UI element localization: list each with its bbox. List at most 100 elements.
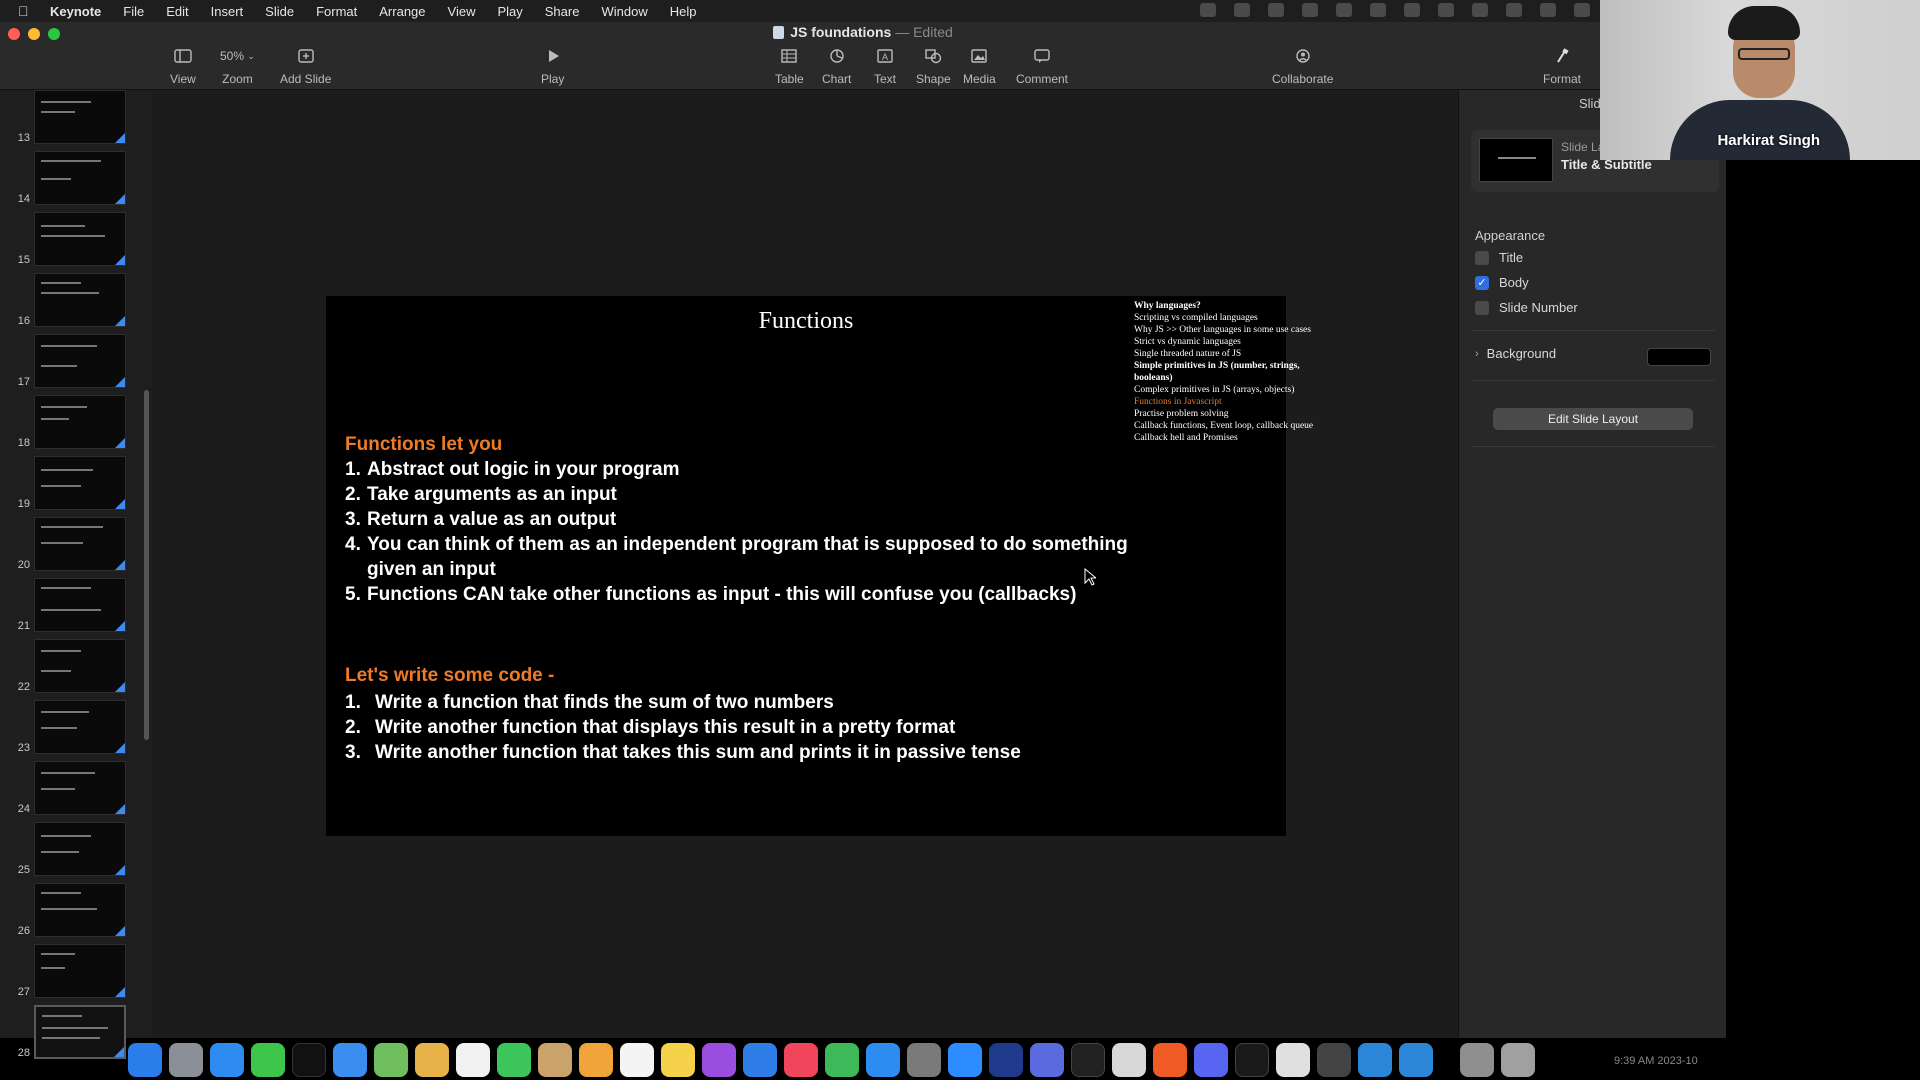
- play-button[interactable]: Play: [541, 46, 564, 86]
- slide-thumbnail[interactable]: [34, 578, 126, 632]
- shape-button[interactable]: Shape: [916, 46, 951, 86]
- comment-button[interactable]: Comment: [1016, 46, 1068, 86]
- slide-thumbnail[interactable]: [34, 212, 126, 266]
- slide-thumbnail[interactable]: [34, 761, 126, 815]
- menu-view[interactable]: View: [448, 4, 476, 19]
- vscode-icon[interactable]: [1358, 1043, 1392, 1077]
- webstorm-icon[interactable]: [989, 1043, 1023, 1077]
- menu-edit[interactable]: Edit: [166, 4, 188, 19]
- background-color-swatch[interactable]: [1647, 348, 1711, 366]
- photos-icon[interactable]: [415, 1043, 449, 1077]
- notes-icon[interactable]: [661, 1043, 695, 1077]
- menu-format[interactable]: Format: [316, 4, 357, 19]
- downloads-icon[interactable]: [1460, 1043, 1494, 1077]
- body-checkbox[interactable]: ✓ Body: [1475, 275, 1529, 290]
- menu-share[interactable]: Share: [545, 4, 580, 19]
- slide-thumbnail[interactable]: [34, 90, 126, 144]
- app-icon[interactable]: [1317, 1043, 1351, 1077]
- status-icon[interactable]: [1370, 3, 1386, 17]
- trash-icon[interactable]: [1501, 1043, 1535, 1077]
- menu-insert[interactable]: Insert: [211, 4, 244, 19]
- app-store-icon[interactable]: [866, 1043, 900, 1077]
- checkmark-icon[interactable]: ✓: [1475, 275, 1489, 290]
- status-icon[interactable]: [1506, 3, 1522, 17]
- slide-thumbnail[interactable]: [34, 273, 126, 327]
- slide-thumbnail[interactable]: [34, 700, 126, 754]
- slide-thumbnail[interactable]: [34, 395, 126, 449]
- menu-play[interactable]: Play: [497, 4, 522, 19]
- slide-thumbnail[interactable]: [34, 517, 126, 571]
- table-button[interactable]: Table: [775, 46, 804, 86]
- chart-button[interactable]: Chart: [822, 46, 851, 86]
- add-slide-button[interactable]: Add Slide: [280, 46, 331, 86]
- media-button[interactable]: Media: [963, 46, 996, 86]
- system-settings-icon[interactable]: [907, 1043, 941, 1077]
- vscode-icon[interactable]: [1399, 1043, 1433, 1077]
- status-icon[interactable]: [1268, 3, 1284, 17]
- zoom-icon[interactable]: [948, 1043, 982, 1077]
- zoom-value[interactable]: 50% ⌄: [220, 46, 255, 66]
- text-button[interactable]: A Text: [874, 46, 896, 86]
- status-icon[interactable]: [1234, 3, 1250, 17]
- app-icon[interactable]: [1235, 1043, 1269, 1077]
- apple-icon[interactable]: : [18, 4, 32, 18]
- menu-file[interactable]: File: [123, 4, 144, 19]
- checkbox-box[interactable]: [1475, 300, 1489, 315]
- calendar-icon[interactable]: [456, 1043, 490, 1077]
- messages-icon[interactable]: [251, 1043, 285, 1077]
- slide-thumbnail[interactable]: [34, 883, 126, 937]
- functions-list[interactable]: 1. Abstract out logic in your program 2. T…: [345, 457, 1128, 607]
- view-button[interactable]: View: [170, 46, 196, 86]
- chrome-icon[interactable]: [1276, 1043, 1310, 1077]
- status-icon[interactable]: [1336, 3, 1352, 17]
- section-heading[interactable]: Let's write some code -: [345, 665, 554, 687]
- arc-icon[interactable]: [1030, 1043, 1064, 1077]
- slide-thumbnail[interactable]: [34, 151, 126, 205]
- collaborate-button[interactable]: Collaborate: [1272, 46, 1333, 86]
- status-icon[interactable]: [1438, 3, 1454, 17]
- section-heading[interactable]: Functions let you: [345, 434, 502, 456]
- topics-list[interactable]: Why languages? Scripting vs compiled lan…: [1134, 300, 1334, 444]
- launchpad-icon[interactable]: [169, 1043, 203, 1077]
- contacts-icon[interactable]: [538, 1043, 572, 1077]
- reminders-icon[interactable]: [620, 1043, 654, 1077]
- maps-icon[interactable]: [374, 1043, 408, 1077]
- menu-window[interactable]: Window: [601, 4, 647, 19]
- terminal-icon[interactable]: [1071, 1043, 1105, 1077]
- facetime-icon[interactable]: [497, 1043, 531, 1077]
- code-tasks-list[interactable]: 1. Write a function that finds the sum of…: [345, 690, 1021, 765]
- safari-icon[interactable]: [210, 1043, 244, 1077]
- zoom-control[interactable]: 50% ⌄ Zoom: [220, 46, 255, 86]
- mail-icon[interactable]: [333, 1043, 367, 1077]
- tv-icon[interactable]: [292, 1043, 326, 1077]
- status-icon[interactable]: [1574, 3, 1590, 17]
- edit-slide-layout-button[interactable]: Edit Slide Layout: [1493, 408, 1693, 430]
- brave-icon[interactable]: [1153, 1043, 1187, 1077]
- menu-help[interactable]: Help: [670, 4, 697, 19]
- menu-app-name[interactable]: Keynote: [50, 4, 101, 19]
- menu-slide[interactable]: Slide: [265, 4, 294, 19]
- pages-icon[interactable]: [579, 1043, 613, 1077]
- status-icon[interactable]: [1540, 3, 1556, 17]
- finder-icon[interactable]: [128, 1043, 162, 1077]
- status-icon[interactable]: [1472, 3, 1488, 17]
- title-checkbox[interactable]: Title: [1475, 250, 1523, 265]
- slide-thumbnail[interactable]: [34, 334, 126, 388]
- slide-thumbnail[interactable]: [34, 944, 126, 998]
- slide-thumbnail-selected[interactable]: [34, 1005, 126, 1059]
- slide-number-checkbox[interactable]: Slide Number: [1475, 300, 1578, 315]
- preview-icon[interactable]: [1112, 1043, 1146, 1077]
- keynote-icon[interactable]: [743, 1043, 777, 1077]
- status-icon[interactable]: [1302, 3, 1318, 17]
- menu-arrange[interactable]: Arrange: [379, 4, 425, 19]
- status-icon[interactable]: [1200, 3, 1216, 17]
- slide-thumbnail[interactable]: [34, 456, 126, 510]
- checkbox-box[interactable]: [1475, 250, 1489, 265]
- slide-thumbnail[interactable]: [34, 639, 126, 693]
- current-slide[interactable]: Functions Why languages? Scripting vs co…: [326, 296, 1313, 836]
- podcasts-icon[interactable]: [702, 1043, 736, 1077]
- format-button[interactable]: Format: [1543, 46, 1581, 86]
- numbers-icon[interactable]: [825, 1043, 859, 1077]
- slide-thumbnail[interactable]: [34, 822, 126, 876]
- status-icon[interactable]: [1404, 3, 1420, 17]
